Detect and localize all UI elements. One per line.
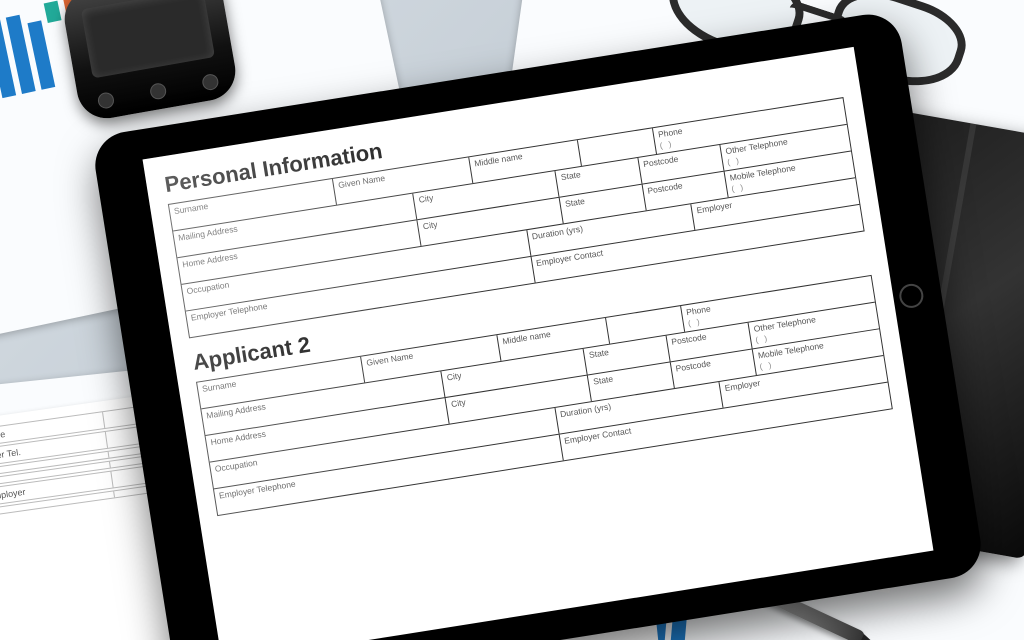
- desk-scene: ensesOther 0.00$154.00 54.00$342.00 14,5…: [0, 0, 1024, 640]
- tablet-home-button[interactable]: [898, 282, 925, 309]
- tablet-screen[interactable]: Personal Information Surname Given Name …: [143, 47, 934, 640]
- application-form: Personal Information Surname Given Name …: [143, 47, 915, 547]
